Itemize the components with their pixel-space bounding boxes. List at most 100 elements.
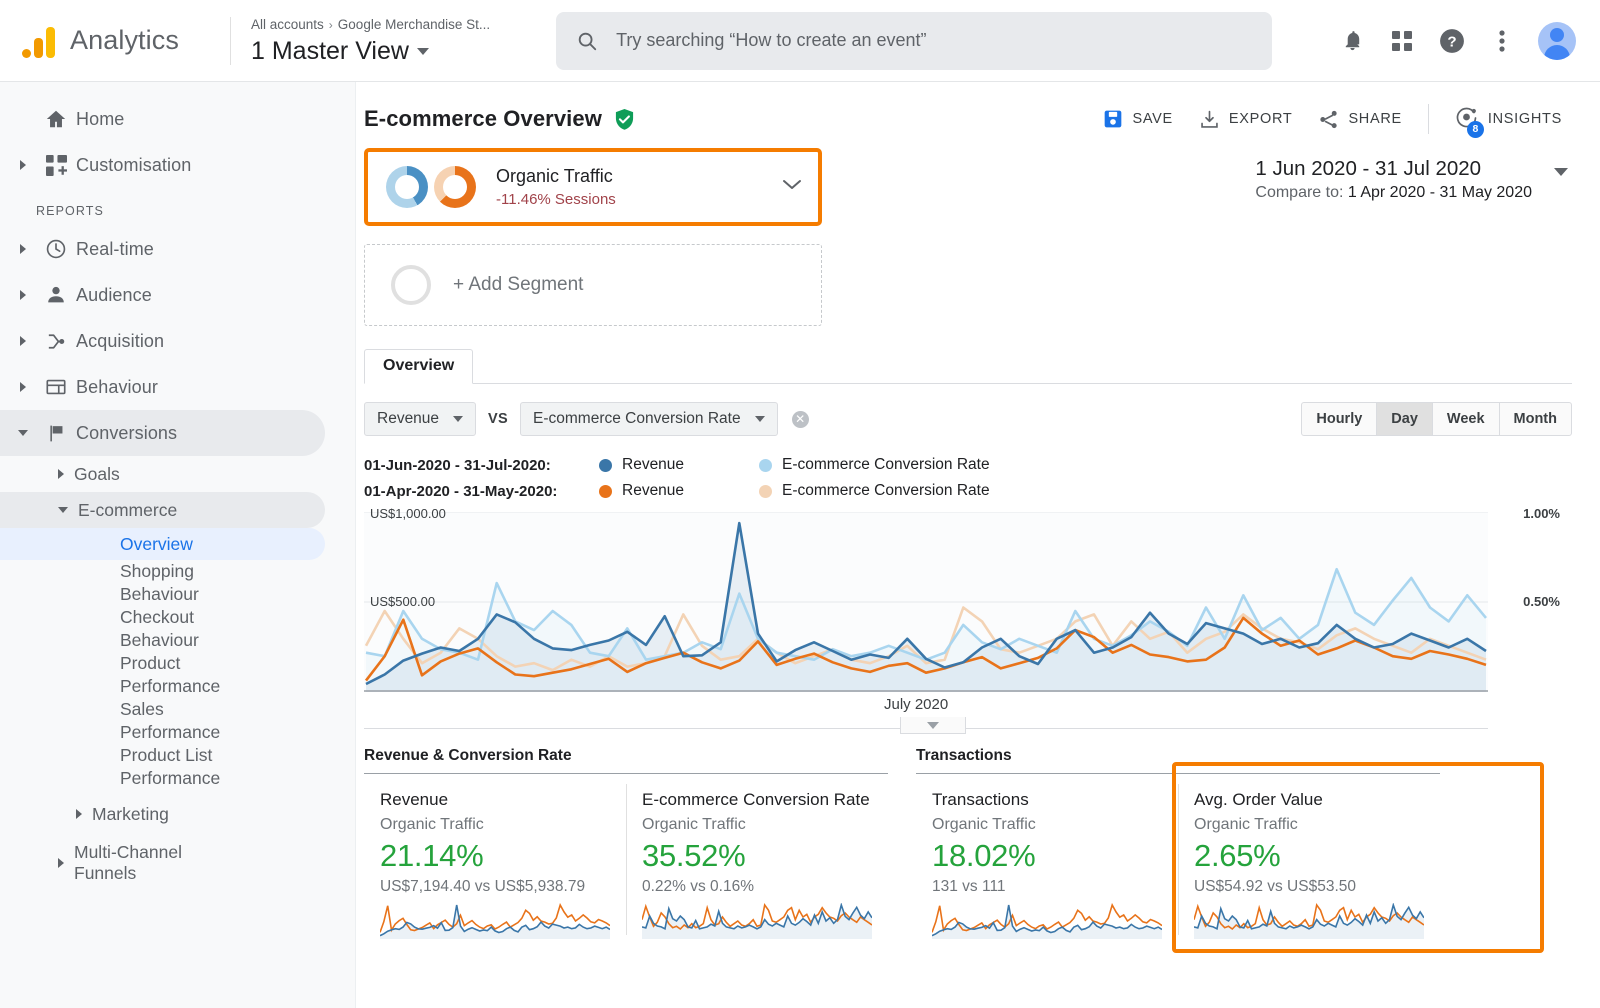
search-input[interactable]: Try searching “How to create an event” (556, 11, 1273, 70)
main-chart[interactable]: US$1,000.00 US$500.00 1.00% 0.50% July 2… (364, 506, 1572, 734)
metric-card-segment: Organic Traffic (1194, 816, 1298, 833)
sidebar-item-product-list-performance[interactable]: Product List Performance (0, 744, 325, 790)
sidebar-item-multi-channel-funnels[interactable]: Multi-Channel Funnels (0, 842, 325, 884)
metric-card-segment: Organic Traffic (642, 816, 746, 833)
chart-legend: 01-Jun-2020 - 31-Jul-2020: Revenue E-com… (364, 452, 1572, 504)
sidebar-item-customisation[interactable]: Customisation (0, 142, 325, 188)
metric-card-name: Avg. Order Value (1194, 790, 1323, 809)
account-selector[interactable]: All accounts › Google Merchandise St... 1 … (251, 15, 490, 66)
segment-card-organic-traffic[interactable]: Organic Traffic -11.46% Sessions (364, 148, 822, 226)
expand-arrow-icon[interactable] (10, 336, 36, 346)
metric-card-segment: Organic Traffic (380, 816, 484, 833)
expand-arrow-icon[interactable] (58, 469, 64, 479)
expand-arrow-icon[interactable] (10, 290, 36, 300)
sidebar-item-acquisition[interactable]: Acquisition (0, 318, 325, 364)
breadcrumb-account[interactable]: Google Merchandise St... (338, 17, 490, 32)
person-icon (36, 284, 76, 306)
panel-cards: Transactions Organic Traffic 18.02% 131 … (916, 762, 1544, 953)
help-circle-icon[interactable]: ? (1438, 27, 1466, 55)
y-axis-tick-left-top: US$1,000.00 (370, 506, 446, 521)
legend-label: Revenue (622, 482, 685, 499)
sidebar-sub-label: Marketing (92, 803, 169, 824)
sidebar-item-goals[interactable]: Goals (0, 456, 325, 492)
sparkline-chart (932, 903, 1162, 939)
share-label: SHARE (1348, 111, 1402, 127)
sidebar-leaf-label: Overview (120, 533, 193, 554)
breadcrumb-all-accounts[interactable]: All accounts (251, 17, 324, 32)
more-vert-icon[interactable] (1488, 27, 1516, 55)
insights-icon-wrap: 8 (1455, 105, 1484, 138)
date-range-compare: Compare to: 1 Apr 2020 - 31 May 2020 (1255, 182, 1532, 204)
granularity-day[interactable]: Day (1377, 403, 1433, 435)
legend-dot-icon (599, 484, 612, 498)
metric-card-avg-order-value[interactable]: Avg. Order Value Organic Traffic 2.65% U… (1172, 762, 1544, 953)
notifications-bell-icon[interactable] (1338, 27, 1366, 55)
share-button[interactable]: SHARE (1318, 109, 1401, 130)
tab-overview[interactable]: Overview (364, 349, 474, 384)
metric-card-compare: 0.22% vs 0.16% (642, 878, 755, 895)
chart-collapse-handle[interactable] (900, 717, 966, 734)
collapse-arrow-icon[interactable] (10, 430, 36, 436)
chevron-down-icon (1554, 168, 1568, 176)
avatar[interactable] (1538, 21, 1576, 60)
granularity-month[interactable]: Month (1500, 403, 1571, 435)
date-range-picker[interactable]: 1 Jun 2020 - 31 Jul 2020 Compare to: 1 A… (1255, 148, 1572, 204)
apps-grid-icon[interactable] (1388, 27, 1416, 55)
view-row[interactable]: 1 Master View (251, 36, 490, 66)
collapse-arrow-icon[interactable] (58, 507, 68, 513)
clear-circle-icon[interactable]: ✕ (791, 410, 809, 428)
search-area: Try searching “How to create an event” (490, 11, 1338, 70)
chevron-down-icon[interactable] (780, 177, 804, 198)
sidebar-item-label: Customisation (76, 154, 192, 175)
save-button[interactable]: SAVE (1103, 109, 1172, 129)
export-button[interactable]: EXPORT (1199, 109, 1293, 130)
sidebar-item-sales-performance[interactable]: Sales Performance (0, 698, 325, 744)
metric-b-select[interactable]: E-commerce Conversion Rate (520, 402, 778, 436)
metric-card-transactions[interactable]: Transactions Organic Traffic 18.02% 131 … (916, 774, 1178, 939)
sidebar-sub-label: Multi-Channel Funnels (74, 842, 182, 883)
legend-row: 01-Apr-2020 - 31-May-2020: Revenue E-com… (364, 478, 1572, 504)
legend-entry-revenue-compare[interactable]: Revenue (599, 482, 759, 500)
insights-label: INSIGHTS (1487, 111, 1562, 127)
sidebar-item-conversions[interactable]: Conversions (0, 410, 325, 456)
add-segment-button[interactable]: + Add Segment (364, 244, 822, 326)
segment-text: Organic Traffic -11.46% Sessions (496, 165, 616, 210)
sidebar-item-real-time[interactable]: Real-time (0, 226, 325, 272)
metric-card-compare: US$54.92 vs US$53.50 (1194, 878, 1356, 895)
legend-date-range: 01-Apr-2020 - 31-May-2020: (364, 482, 558, 500)
sidebar-item-audience[interactable]: Audience (0, 272, 325, 318)
export-download-icon (1201, 110, 1218, 128)
sidebar-leaf-label: Sales Performance (120, 699, 221, 742)
sidebar-item-checkout-behaviour[interactable]: Checkout Behaviour (0, 606, 325, 652)
insights-badge: 8 (1466, 120, 1484, 138)
legend-entry-conv-current[interactable]: E-commerce Conversion Rate (759, 456, 990, 474)
sidebar-item-ecommerce-overview[interactable]: Overview (0, 528, 325, 560)
metric-a-select[interactable]: Revenue (364, 402, 477, 436)
sidebar-item-ecommerce[interactable]: E-commerce (0, 492, 325, 528)
legend-entry-revenue-current[interactable]: Revenue (599, 456, 759, 474)
expand-arrow-icon[interactable] (76, 809, 82, 819)
expand-arrow-icon[interactable] (58, 858, 64, 868)
view-name: 1 Master View (251, 37, 409, 65)
sidebar-item-behaviour[interactable]: Behaviour (0, 364, 325, 410)
granularity-hourly[interactable]: Hourly (1302, 403, 1378, 435)
sidebar-item-shopping-behaviour[interactable]: Shopping Behaviour (0, 560, 325, 606)
legend-label: E-commerce Conversion Rate (782, 456, 990, 473)
body-layout: Home Customisation REPORTS Real-time Aud… (0, 82, 1600, 1008)
granularity-week[interactable]: Week (1433, 403, 1500, 435)
expand-arrow-icon[interactable] (10, 382, 36, 392)
expand-arrow-icon[interactable] (10, 160, 36, 170)
sidebar-item-home[interactable]: Home (0, 96, 325, 142)
chevron-down-icon (416, 47, 429, 55)
chevron-down-icon (754, 416, 765, 422)
sidebar-item-marketing[interactable]: Marketing (0, 796, 325, 832)
sidebar-item-product-performance[interactable]: Product Performance (0, 652, 325, 698)
legend-entry-conv-compare[interactable]: E-commerce Conversion Rate (759, 482, 990, 500)
metric-card-conversion-rate[interactable]: E-commerce Conversion Rate Organic Traff… (626, 774, 888, 939)
brand-block[interactable]: Analytics (22, 24, 222, 58)
sidebar-item-label: Real-time (76, 238, 154, 259)
insights-button[interactable]: 8 INSIGHTS (1455, 105, 1562, 138)
metric-card-revenue[interactable]: Revenue Organic Traffic 21.14% US$7,194.… (364, 774, 626, 939)
divider (230, 16, 231, 65)
expand-arrow-icon[interactable] (10, 244, 36, 254)
